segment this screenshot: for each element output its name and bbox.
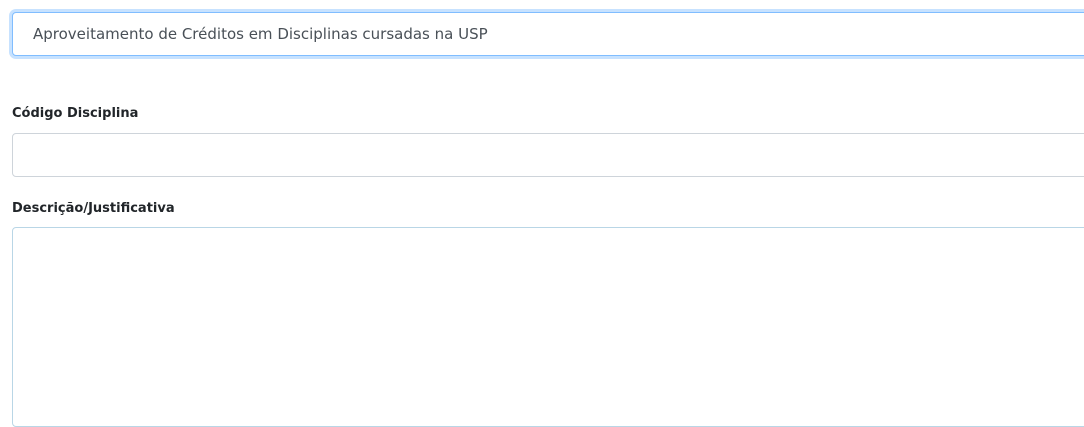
descricao-justificativa-textarea[interactable]	[12, 227, 1084, 427]
codigo-disciplina-input[interactable]	[12, 133, 1084, 177]
codigo-disciplina-label: Código Disciplina	[12, 106, 139, 121]
request-type-select[interactable]: Aproveitamento de Créditos em Disciplina…	[12, 12, 1084, 56]
request-form: Aproveitamento de Créditos em Disciplina…	[12, 12, 1084, 427]
descricao-justificativa-label: Descrição/Justificativa	[12, 201, 175, 216]
